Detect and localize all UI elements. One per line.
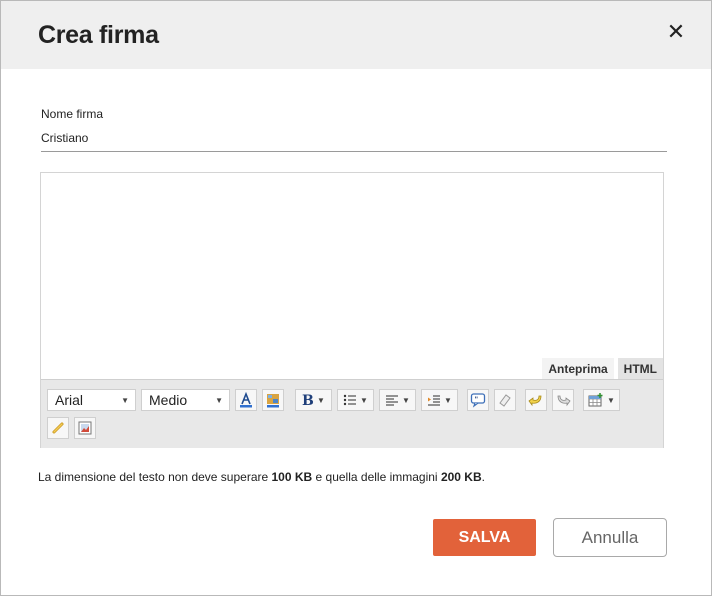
chevron-down-icon: ▼ [121,395,129,405]
signature-editor[interactable]: Anteprima HTML Arial ▼ Medio ▼ B ▼ ▼ ▼ ▼… [40,172,664,448]
quote-icon: " [470,393,486,408]
signature-name-label: Nome firma [41,107,104,121]
text-color-icon [240,392,252,408]
font-size-select[interactable]: Medio ▼ [141,389,230,411]
tab-html[interactable]: HTML [617,358,663,380]
link-button[interactable] [47,417,69,439]
create-signature-dialog: Crea firma ✕ Nome firma Anteprima HTML A… [0,0,712,596]
editor-tabs: Anteprima HTML [538,358,663,380]
indent-icon [428,395,441,406]
table-icon [588,393,603,407]
link-icon [52,422,64,434]
redo-button[interactable] [552,389,574,411]
bold-button[interactable]: B ▼ [295,389,332,411]
save-button[interactable]: SALVA [433,519,536,556]
redo-icon [557,395,571,407]
font-size-value: Medio [149,392,188,408]
close-icon[interactable]: ✕ [663,19,689,45]
background-color-button[interactable] [262,389,284,411]
align-left-icon [386,395,399,406]
align-button[interactable]: ▼ [379,389,416,411]
signature-name-input[interactable] [41,125,667,152]
dialog-title: Crea firma [38,21,159,49]
chevron-down-icon: ▼ [215,395,223,405]
svg-text:B: B [302,393,314,407]
image-button[interactable] [74,417,96,439]
undo-button[interactable] [525,389,547,411]
background-color-icon [267,394,279,408]
chevron-down-icon: ▼ [607,395,615,405]
image-icon [78,421,92,435]
chevron-down-icon: ▼ [317,395,325,405]
indent-button[interactable]: ▼ [421,389,458,411]
tab-preview[interactable]: Anteprima [542,358,614,380]
bullet-list-icon [343,394,357,406]
font-family-value: Arial [55,392,84,408]
dialog-header: Crea firma ✕ [1,1,711,69]
chevron-down-icon: ▼ [444,395,452,405]
image-size-limit: 200 KB [440,470,482,484]
clear-format-button[interactable] [494,389,516,411]
list-button[interactable]: ▼ [337,389,374,411]
table-button[interactable]: ▼ [583,389,620,411]
size-limit-note: La dimensione del testo non deve superar… [38,470,485,484]
font-family-select[interactable]: Arial ▼ [47,389,136,411]
text-size-limit: 100 KB [271,470,313,484]
svg-text:": " [475,396,479,404]
bold-icon: B [302,393,314,407]
text-color-button[interactable] [235,389,257,411]
undo-icon [528,395,542,407]
chevron-down-icon: ▼ [360,395,368,405]
cancel-button[interactable]: Annulla [553,518,667,557]
editor-toolbar: Arial ▼ Medio ▼ B ▼ ▼ ▼ ▼ " ▼ [41,379,663,448]
quote-button[interactable]: " [467,389,489,411]
eraser-icon [499,394,511,407]
chevron-down-icon: ▼ [402,395,410,405]
